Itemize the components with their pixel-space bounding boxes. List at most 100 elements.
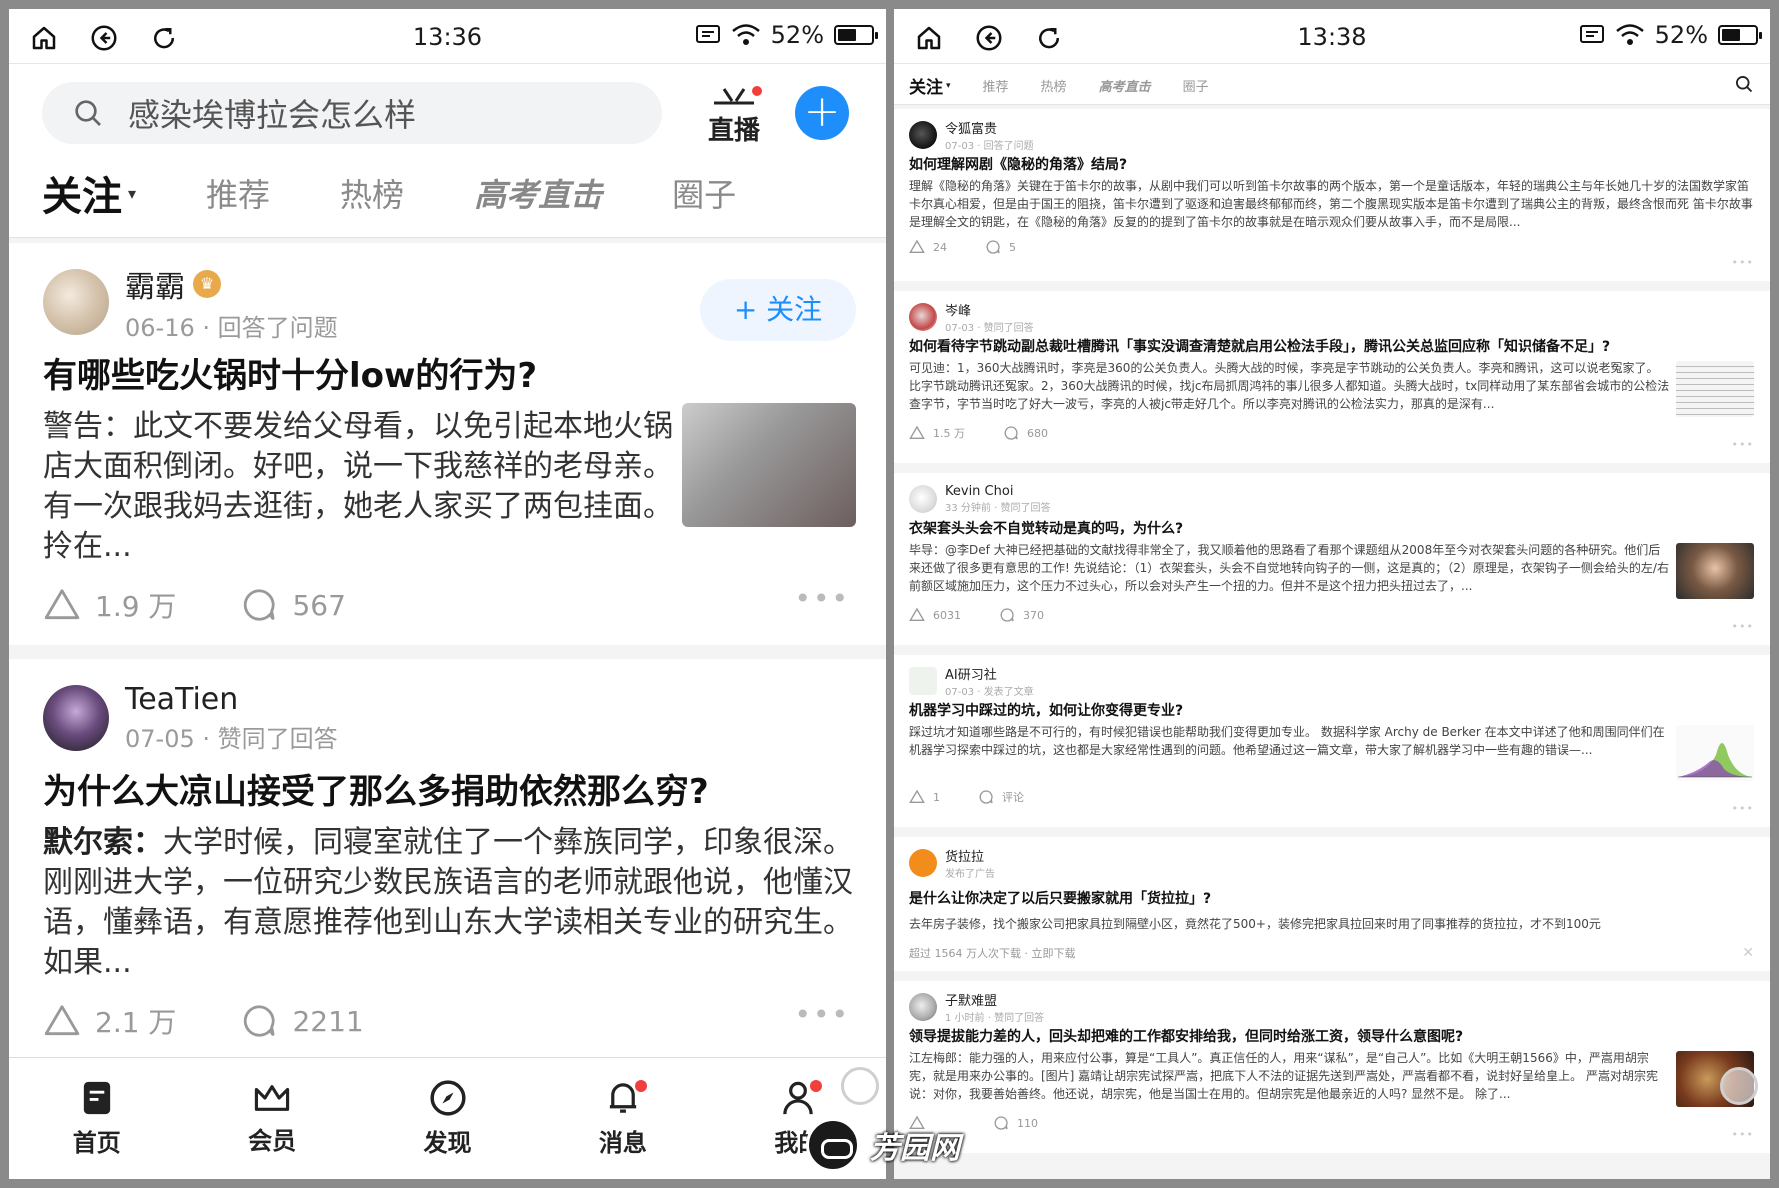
tab-follow[interactable]: 关注	[42, 164, 122, 222]
feed-card[interactable]: 令狐富贵 07-03 · 回答了问题 如何理解网剧《隐秘的角落》结局? 理解《隐秘…	[894, 109, 1770, 281]
tab-circle[interactable]: 圈子	[1183, 76, 1209, 95]
avatar[interactable]	[909, 121, 937, 149]
back-icon[interactable]	[89, 23, 119, 53]
create-button[interactable]: +	[795, 86, 849, 140]
avatar[interactable]	[909, 667, 937, 695]
tab-gaokao[interactable]: 高考直击	[1099, 76, 1151, 95]
tab-gaokao[interactable]: 高考直击	[474, 170, 602, 216]
refresh-icon[interactable]	[149, 23, 179, 53]
card-title[interactable]: 为什么大凉山接受了那么多捐助依然那么穷?	[43, 769, 856, 815]
avatar[interactable]	[909, 849, 937, 877]
feed-card[interactable]: TeaTien 07-05 · 赞同了回答 为什么大凉山接受了那么多捐助依然那么…	[9, 659, 886, 1061]
nav-messages[interactable]: 消息	[535, 1058, 710, 1179]
nav-home[interactable]: 首页	[9, 1058, 184, 1179]
upvote-icon[interactable]	[43, 1002, 81, 1040]
upvote-icon[interactable]	[909, 789, 925, 805]
feed-card[interactable]: 子默难盟 1 小时前 · 赞同了回答 领导提拔能力差的人，回头却把难的工作都安排给…	[894, 981, 1770, 1153]
card-title[interactable]: 如何理解网剧《隐秘的角落》结局?	[909, 155, 1754, 175]
live-button[interactable]: 直播	[704, 84, 764, 146]
comment-icon[interactable]	[999, 607, 1015, 623]
bottom-nav: 首页 会员 发现 消息 我的	[9, 1057, 886, 1179]
ad-card[interactable]: 货拉拉 发布了广告 是什么让你决定了以后只要搬家就用「货拉拉」? 去年房子装修，找…	[894, 837, 1770, 971]
nav-discover[interactable]: 发现	[360, 1058, 535, 1179]
author-name[interactable]: AI研习社	[945, 664, 1034, 683]
ad-download-link[interactable]: 超过 1564 万人次下载 · 立即下载	[909, 945, 1754, 961]
back-icon[interactable]	[974, 23, 1004, 53]
refresh-icon[interactable]	[1034, 23, 1064, 53]
floating-assistive-touch[interactable]	[841, 1067, 879, 1105]
battery-icon	[1718, 25, 1762, 45]
card-thumbnail[interactable]	[1676, 361, 1754, 417]
more-icon[interactable]: •••	[794, 582, 850, 615]
more-icon[interactable]: •••	[1732, 438, 1754, 451]
card-title[interactable]: 有哪些吃火锅时十分low的行为?	[43, 353, 856, 399]
feed-list: 令狐富贵 07-03 · 回答了问题 如何理解网剧《隐秘的角落》结局? 理解《隐秘…	[894, 109, 1770, 1163]
more-icon[interactable]: •••	[1732, 620, 1754, 633]
card-excerpt[interactable]: 江左梅郎：能力强的人，用来应付公事，算是“工具人”。真正信任的人，用来“谋私”，…	[909, 1049, 1670, 1107]
card-thumbnail[interactable]	[1676, 543, 1754, 599]
card-title[interactable]: 机器学习中踩过的坑，如何让你变得更专业?	[909, 701, 1754, 721]
comment-icon[interactable]	[978, 789, 994, 805]
comment-icon[interactable]	[240, 586, 278, 624]
comment-count: 370	[1023, 608, 1044, 622]
status-time: 13:36	[412, 23, 483, 51]
floating-assistive-touch[interactable]	[1720, 1067, 1758, 1105]
chevron-down-icon[interactable]: ▾	[128, 184, 136, 203]
avatar[interactable]	[43, 685, 109, 751]
author-name[interactable]: 霸霸	[125, 262, 185, 306]
search-input[interactable]: 感染埃博拉会怎么样	[42, 82, 662, 144]
feed-card[interactable]: 岑峰 07-03 · 赞同了回答 如何看待字节跳动副总裁吐槽腾讯「事实没调查清楚就…	[894, 291, 1770, 463]
upvote-icon[interactable]	[909, 607, 925, 623]
chevron-down-icon[interactable]: ▾	[946, 81, 951, 91]
feed-card[interactable]: Kevin Choi 33 分钟前 · 赞同了回答 衣架套头头会不自觉转动是真的吗…	[894, 473, 1770, 645]
home-icon[interactable]	[29, 23, 59, 53]
author-name[interactable]: 子默难盟	[945, 990, 1044, 1009]
feed-card[interactable]: 霸霸 ♛ 06-16 · 回答了问题 + 关注 有哪些吃火锅时十分low的行为? …	[9, 243, 886, 645]
card-title[interactable]: 如何看待字节跳动副总裁吐槽腾讯「事实没调查清楚就启用公检法手段」，腾讯公关总监回…	[909, 337, 1754, 357]
feed-card[interactable]: AI研习社 07-03 · 发表了文章 机器学习中踩过的坑，如何让你变得更专业? …	[894, 655, 1770, 827]
card-excerpt[interactable]: 默尔索：大学时候，同寝室就住了一个彝族同学，印象很深。 刚刚进大学，一位研究少数…	[43, 823, 856, 983]
comment-icon[interactable]	[985, 239, 1001, 255]
upvote-icon[interactable]	[909, 239, 925, 255]
more-icon[interactable]: •••	[794, 998, 850, 1031]
tab-hot[interactable]: 热榜	[340, 170, 404, 216]
author-name[interactable]: 岑峰	[945, 300, 1034, 319]
author-name[interactable]: 货拉拉	[945, 846, 995, 865]
tab-circle[interactable]: 圈子	[672, 170, 736, 216]
card-excerpt[interactable]: 可见迪：1，360大战腾讯时，李亮是360的公关负责人。头腾大战的时候，李亮是字…	[909, 359, 1670, 417]
more-icon[interactable]: •••	[1732, 256, 1754, 269]
comment-icon[interactable]	[1003, 425, 1019, 441]
comment-icon[interactable]	[240, 1002, 278, 1040]
card-excerpt[interactable]: 踩过坑才知道哪些路是不可行的，有时候犯错误也能帮助我们变得更加专业。 数据科学家…	[909, 723, 1670, 781]
avatar[interactable]	[909, 993, 937, 1021]
upvote-icon[interactable]	[43, 586, 81, 624]
more-icon[interactable]: •••	[1732, 802, 1754, 815]
tab-follow[interactable]: 关注	[909, 73, 943, 98]
comment-icon[interactable]	[993, 1115, 1009, 1131]
card-title[interactable]: 领导提拔能力差的人，回头却把难的工作都安排给我，但同时给涨工资，领导什么意图呢?	[909, 1027, 1754, 1047]
card-thumbnail[interactable]	[1676, 725, 1754, 781]
upvote-icon[interactable]	[909, 425, 925, 441]
card-excerpt[interactable]: 去年房子装修，找个搬家公司把家具拉到隔壁小区，竟然花了500+，装修完把家具拉回…	[909, 915, 1754, 933]
author-name[interactable]: TeaTien	[125, 682, 238, 717]
card-excerpt[interactable]: 理解《隐秘的角落》关键在于笛卡尔的故事，从剧中我们可以听到笛卡尔故事的两个版本，…	[909, 177, 1754, 231]
card-excerpt[interactable]: 毕导：@李Def 大神已经把基础的文献找得非常全了，我又顺着他的思路看了看那个课…	[909, 541, 1670, 599]
card-title[interactable]: 是什么让你决定了以后只要搬家就用「货拉拉」?	[909, 889, 1754, 909]
tab-hot[interactable]: 热榜	[1041, 76, 1067, 95]
follow-button[interactable]: + 关注	[700, 279, 856, 341]
card-thumbnail[interactable]	[682, 403, 856, 527]
card-excerpt[interactable]: 警告：此文不要发给父母看，以免引起本地火锅店大面积倒闭。好吧，说一下我慈祥的老母…	[43, 407, 674, 567]
home-icon[interactable]	[914, 23, 944, 53]
avatar[interactable]	[909, 303, 937, 331]
tab-recommend[interactable]: 推荐	[983, 76, 1009, 95]
tab-recommend[interactable]: 推荐	[206, 170, 270, 216]
search-icon[interactable]	[1734, 74, 1754, 94]
author-name[interactable]: 令狐富贵	[945, 118, 1034, 137]
avatar[interactable]	[909, 485, 937, 513]
more-icon[interactable]: •••	[1732, 1128, 1754, 1141]
card-title[interactable]: 衣架套头头会不自觉转动是真的吗，为什么?	[909, 519, 1754, 539]
nav-member[interactable]: 会员	[184, 1058, 359, 1179]
author-name[interactable]: Kevin Choi	[945, 484, 1050, 499]
close-icon[interactable]: ✕	[1742, 945, 1754, 961]
avatar[interactable]	[43, 269, 109, 335]
